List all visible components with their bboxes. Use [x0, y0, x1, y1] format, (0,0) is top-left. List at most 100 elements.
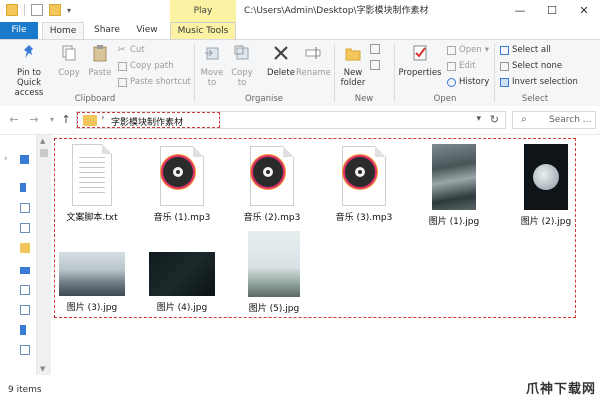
- window-controls: — ☐ ✕: [504, 0, 600, 22]
- properties-qat-icon[interactable]: [31, 4, 43, 16]
- file-item[interactable]: 音乐 (3).mp3: [324, 146, 404, 223]
- qat-dropdown-icon[interactable]: ▾: [67, 6, 71, 15]
- history-button[interactable]: History: [447, 76, 489, 88]
- open-label: Open: [459, 45, 482, 55]
- file-item[interactable]: 图片 (2).jpg: [506, 144, 586, 227]
- tab-file[interactable]: File: [0, 22, 38, 39]
- back-button[interactable]: ←: [8, 113, 20, 127]
- documents-icon[interactable]: [20, 203, 30, 213]
- new-item-icon[interactable]: [370, 44, 380, 54]
- music-file-icon: [342, 146, 386, 206]
- file-item[interactable]: 图片 (3).jpg: [52, 252, 132, 313]
- close-button[interactable]: ✕: [568, 0, 600, 22]
- files-highlight-box: [54, 138, 576, 318]
- expand-chevron-icon[interactable]: ›: [4, 154, 8, 164]
- open-dropdown-icon: ▾: [484, 45, 489, 55]
- invert-selection-button[interactable]: Invert selection: [500, 76, 578, 88]
- new-folder-qat-icon[interactable]: [49, 4, 61, 16]
- open-button[interactable]: Open ▾: [447, 44, 489, 56]
- file-name: 音乐 (3).mp3: [335, 213, 393, 223]
- easy-access-icon[interactable]: [370, 60, 380, 70]
- delete-icon: [274, 46, 288, 60]
- recent-locations-button[interactable]: ▾: [46, 113, 58, 127]
- desktop-icon[interactable]: [20, 285, 30, 295]
- paste-button[interactable]: Paste: [86, 44, 114, 78]
- file-item[interactable]: 图片 (5).jpg: [234, 231, 314, 314]
- clipboard-group-label: Clipboard: [74, 94, 116, 104]
- move-to-button[interactable]: Move to: [198, 44, 226, 88]
- image-thumbnail: [59, 252, 125, 296]
- up-button[interactable]: ↑: [60, 113, 72, 127]
- window-title: C:\Users\Admin\Desktop\字影模块制作素材: [244, 6, 429, 16]
- edit-button[interactable]: Edit: [447, 60, 475, 72]
- scroll-down-icon[interactable]: ▼: [40, 365, 45, 373]
- edit-icon: [447, 61, 456, 71]
- refresh-icon[interactable]: ↻: [490, 113, 499, 126]
- ribbon-tabs: File Home Share View Music Tools: [0, 22, 600, 82]
- tab-share[interactable]: Share: [90, 22, 124, 39]
- ribbon-divider: [334, 44, 335, 102]
- search-icon: ⌕: [521, 114, 527, 125]
- file-item[interactable]: 音乐 (1).mp3: [142, 146, 222, 223]
- copy-icon: [62, 45, 76, 61]
- status-bar: 9 items 爪神下载网: [0, 380, 600, 400]
- search-placeholder: Search ...: [549, 115, 592, 125]
- scroll-thumb[interactable]: [40, 149, 48, 157]
- delete-button[interactable]: Delete: [264, 44, 298, 78]
- text-file-icon: [72, 144, 112, 206]
- invert-selection-icon: [500, 77, 509, 87]
- new-folder-button[interactable]: New folder: [338, 44, 368, 88]
- file-name: 图片 (2).jpg: [520, 217, 572, 227]
- music-file-icon: [250, 146, 294, 206]
- minimize-button[interactable]: —: [504, 0, 536, 22]
- file-name: 音乐 (2).mp3: [243, 213, 301, 223]
- search-box[interactable]: ⌕ Search ...: [512, 111, 596, 129]
- forward-button[interactable]: →: [28, 113, 40, 127]
- ribbon-divider: [494, 44, 495, 102]
- history-label: History: [459, 77, 490, 87]
- navigation-pane: ›: [0, 135, 40, 375]
- navigation-scrollbar[interactable]: ▲ ▼: [36, 135, 51, 375]
- title-bar: ▾ Play C:\Users\Admin\Desktop\字影模块制作素材 —…: [0, 0, 600, 23]
- properties-label: Properties: [398, 68, 442, 78]
- watermark-logo: 爪神下载网: [525, 382, 596, 397]
- documents-icon[interactable]: [20, 305, 30, 315]
- downloads-icon[interactable]: [20, 325, 26, 335]
- maximize-button[interactable]: ☐: [536, 0, 568, 22]
- properties-button[interactable]: Properties: [398, 44, 442, 78]
- delete-label: Delete: [267, 68, 295, 78]
- copy-path-label: Copy path: [130, 61, 174, 71]
- scroll-up-icon[interactable]: ▲: [40, 137, 45, 145]
- copy-to-button[interactable]: Copy to: [228, 44, 256, 88]
- new-group-label: New: [354, 94, 374, 104]
- paste-shortcut-button[interactable]: Paste shortcut: [118, 76, 191, 88]
- address-dropdown-icon[interactable]: ▾: [476, 114, 481, 124]
- copy-path-button[interactable]: Copy path: [118, 60, 174, 72]
- select-all-button[interactable]: Select all: [500, 44, 551, 56]
- rename-button[interactable]: Rename: [296, 44, 331, 78]
- file-name: 文案脚本.txt: [66, 213, 118, 223]
- file-name: 图片 (5).jpg: [248, 304, 300, 314]
- pictures-icon[interactable]: [20, 223, 30, 233]
- tab-home[interactable]: Home: [42, 22, 84, 39]
- image-thumbnail: [524, 144, 568, 210]
- edit-label: Edit: [459, 61, 476, 71]
- folder-icon[interactable]: [20, 243, 30, 253]
- file-item[interactable]: 图片 (1).jpg: [414, 144, 494, 227]
- file-item[interactable]: 文案脚本.txt: [52, 144, 132, 223]
- file-item[interactable]: 图片 (4).jpg: [142, 252, 222, 313]
- quick-access-star-icon[interactable]: [20, 155, 29, 164]
- downloads-icon[interactable]: [20, 183, 26, 192]
- copy-to-icon: [234, 45, 249, 60]
- file-item[interactable]: 音乐 (2).mp3: [232, 146, 312, 223]
- tab-view[interactable]: View: [132, 22, 162, 39]
- file-name: 图片 (3).jpg: [66, 303, 118, 313]
- copy-button[interactable]: Copy: [56, 44, 82, 78]
- file-name: 音乐 (1).mp3: [153, 213, 211, 223]
- cut-button[interactable]: ✂ Cut: [118, 44, 145, 56]
- this-pc-icon[interactable]: [20, 267, 30, 274]
- select-none-button[interactable]: Select none: [500, 60, 562, 72]
- pin-to-quick-access-button[interactable]: Pin to Quick access: [4, 44, 54, 98]
- item-count: 9 items: [8, 385, 42, 395]
- music-icon[interactable]: [20, 345, 30, 355]
